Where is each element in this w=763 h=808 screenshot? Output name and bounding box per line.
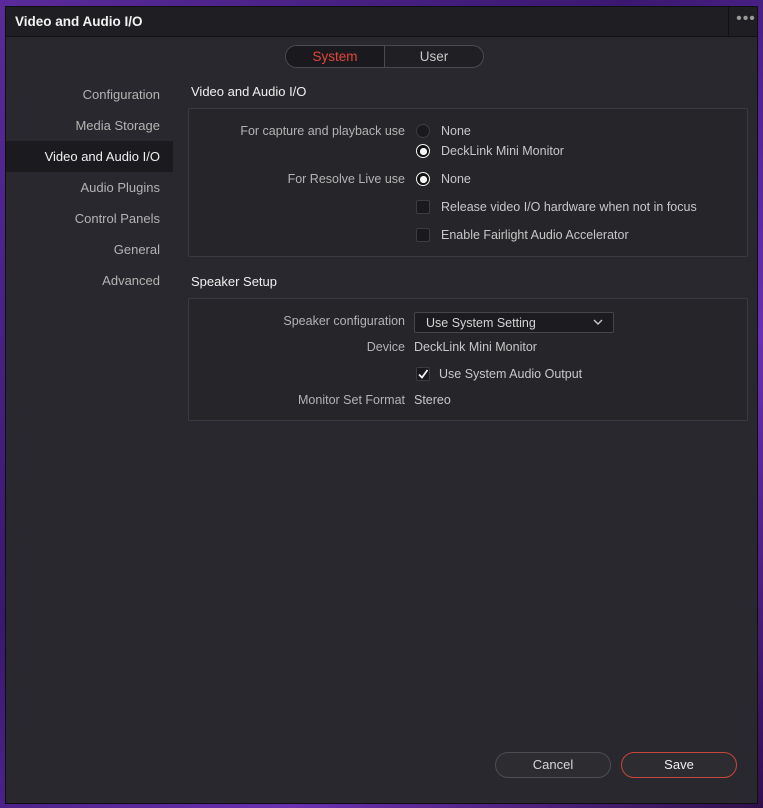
title-bar-divider — [728, 7, 729, 37]
preferences-window: Video and Audio I/O ••• System User Conf… — [5, 6, 758, 804]
sidebar-item-control-panels[interactable]: Control Panels — [6, 203, 173, 234]
resolve-live-none-label: None — [441, 172, 471, 186]
tab-system[interactable]: System — [286, 46, 385, 67]
window-title: Video and Audio I/O — [15, 14, 143, 29]
device-label: Device — [366, 340, 405, 354]
sidebar-item-general[interactable]: General — [6, 234, 173, 265]
sidebar-item-configuration[interactable]: Configuration — [6, 79, 173, 110]
sidebar-item-media-storage[interactable]: Media Storage — [6, 110, 173, 141]
resolve-live-none-radio[interactable] — [416, 172, 430, 186]
system-user-toggle: System User — [285, 45, 484, 68]
resolve-live-label: For Resolve Live use — [287, 172, 405, 186]
monitor-format-value: Stereo — [414, 393, 451, 407]
capture-decklink-label: DeckLink Mini Monitor — [441, 144, 564, 158]
system-audio-label: Use System Audio Output — [439, 367, 583, 381]
system-audio-checkbox[interactable] — [416, 367, 430, 381]
save-button[interactable]: Save — [621, 752, 737, 778]
fairlight-accelerator-label: Enable Fairlight Audio Accelerator — [441, 228, 629, 242]
more-options-icon[interactable]: ••• — [734, 11, 758, 32]
sidebar-item-video-audio-io[interactable]: Video and Audio I/O — [6, 141, 173, 172]
capture-none-radio[interactable] — [416, 124, 430, 138]
chevron-down-icon — [593, 319, 603, 325]
speaker-section-title: Speaker Setup — [191, 274, 278, 289]
title-bar: Video and Audio I/O ••• — [6, 7, 757, 37]
tab-user[interactable]: User — [385, 46, 483, 67]
monitor-format-label: Monitor Set Format — [298, 393, 405, 407]
device-value: DeckLink Mini Monitor — [414, 340, 537, 354]
cancel-button[interactable]: Cancel — [495, 752, 611, 778]
speaker-config-value: Use System Setting — [426, 316, 536, 330]
speaker-panel: Speaker configuration Use System Setting… — [188, 298, 748, 421]
capture-none-label: None — [441, 124, 471, 138]
checkmark-icon — [418, 369, 429, 379]
release-hardware-label: Release video I/O hardware when not in f… — [441, 200, 697, 214]
capture-decklink-radio[interactable] — [416, 144, 430, 158]
sidebar-item-audio-plugins[interactable]: Audio Plugins — [6, 172, 173, 203]
speaker-config-dropdown[interactable]: Use System Setting — [414, 312, 614, 333]
fairlight-accelerator-checkbox[interactable] — [416, 228, 430, 242]
capture-playback-label: For capture and playback use — [240, 124, 405, 138]
video-audio-panel: For capture and playback use None DeckLi… — [188, 108, 748, 257]
release-hardware-checkbox[interactable] — [416, 200, 430, 214]
sidebar: Configuration Media Storage Video and Au… — [6, 79, 173, 296]
sidebar-item-advanced[interactable]: Advanced — [6, 265, 173, 296]
video-audio-section-title: Video and Audio I/O — [191, 84, 307, 99]
speaker-config-label: Speaker configuration — [283, 314, 405, 328]
